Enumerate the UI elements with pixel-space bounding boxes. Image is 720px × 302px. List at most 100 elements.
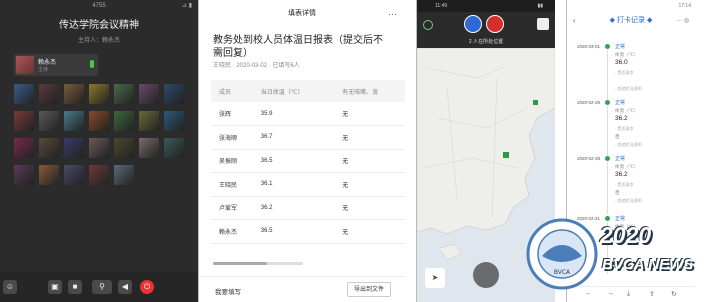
status-time: 11:49 <box>435 3 448 9</box>
participant-tile[interactable] <box>114 138 134 158</box>
participant-tile[interactable] <box>39 138 59 158</box>
checkin-header: ‹ ◆ 打卡记录 ◆ ··· ◎ <box>567 12 695 30</box>
status-dot-icon <box>605 44 610 49</box>
table-cell-temp: 36.5 <box>252 149 335 173</box>
record-state: 正常 <box>615 156 626 162</box>
mic-icon <box>90 60 94 68</box>
table-row: 吴振刚 36.5 无 <box>211 149 405 173</box>
table-row: 卢爱军 36.2 无 <box>211 196 405 220</box>
svg-text:BVCA: BVCA <box>554 269 571 276</box>
list-item: 2020-03-01 正常 体温（℃） 36.0 · 是否离京 · 其他状况说明 <box>567 42 695 102</box>
temp-value: 36.2 <box>615 115 628 122</box>
table-cell-cough: 无 <box>334 172 405 197</box>
my-entry-button[interactable]: 我要填写 <box>215 286 241 296</box>
meeting-title: 传达学院会议精神 <box>59 20 139 31</box>
participant-tile[interactable] <box>139 138 159 158</box>
status-bar: 11:49 ▮▮ <box>417 0 555 12</box>
participant-tile[interactable] <box>114 165 134 185</box>
status-text: 4755 <box>92 3 106 9</box>
form-panel: 填表详情 ··· 教务处到校人员体温日报表（提交后不需回复） 王晓民 · 202… <box>199 0 405 302</box>
participant-tile[interactable] <box>89 138 109 158</box>
meeting-subtitle: 主持人：赖永杰 <box>77 38 120 44</box>
record-button[interactable] <box>473 262 499 288</box>
checkin-title: ◆ 打卡记录 ◆ <box>609 17 653 24</box>
col-member: 成员 <box>211 80 253 102</box>
temperature-table: 成员 当日体温（℃） 有无咳嗽、发 张辉 35.9 无张海顺 36.7 无吴振刚 36.5… <box>211 80 405 244</box>
svg-text:·: · <box>461 176 462 181</box>
participant-tile[interactable] <box>14 138 34 158</box>
record-date: 2020-02-28 <box>577 156 601 161</box>
status-bar: 4755 ⊿ ▮ <box>92 3 192 9</box>
timeline-line <box>607 106 608 158</box>
participant-tile[interactable] <box>164 138 184 158</box>
left-beijing-label: · 是否离京 <box>615 182 634 187</box>
scrollbar[interactable] <box>213 262 303 265</box>
form-header: 填表详情 ··· <box>199 0 405 28</box>
participant-tile[interactable] <box>39 165 59 185</box>
power-icon[interactable] <box>423 20 433 30</box>
col-cough: 有无咳嗽、发 <box>334 80 405 102</box>
table-cell-cough: 无 <box>334 149 405 173</box>
table-cell-name: 张辉 <box>211 102 253 126</box>
participant-tile[interactable] <box>14 165 34 185</box>
share-button[interactable]: ⚲ <box>92 280 112 294</box>
participant-tile[interactable] <box>114 84 134 104</box>
participant-tile[interactable] <box>39 111 59 131</box>
participant-tile[interactable] <box>114 111 134 131</box>
left-beijing-label: · 是否离京 <box>615 126 634 131</box>
temp-label: 体温（℃） <box>615 52 639 57</box>
table-row: 赖永杰 36.5 无 <box>211 219 405 244</box>
temp-value: 36.0 <box>615 59 628 66</box>
participant-tile[interactable] <box>14 84 34 104</box>
list-item: 2020-02-29 正常 体温（℃） 36.2 · 是否离京否 · 其他状况说明 <box>567 98 695 158</box>
participant-tile[interactable] <box>139 111 159 131</box>
more-icon[interactable]: ··· <box>388 0 397 28</box>
invite-button[interactable]: ▣ <box>48 280 62 294</box>
participant-tile[interactable] <box>64 165 84 185</box>
table-row: 王晓民 36.1 无 <box>211 172 405 197</box>
participants-button[interactable]: ☺ <box>3 280 17 294</box>
record-date: 2020-03-01 <box>577 44 601 49</box>
end-call-button[interactable]: ⏻ <box>140 280 154 294</box>
other-notes-label: · 其他状况说明 <box>615 198 642 203</box>
user-avatar-icon[interactable] <box>464 15 482 33</box>
participant-tile[interactable] <box>164 84 184 104</box>
participant-tile[interactable] <box>89 165 109 185</box>
user-avatar-icon[interactable] <box>486 15 504 33</box>
export-button[interactable]: 导出到文件 <box>346 282 391 297</box>
status-dot-icon <box>605 156 610 161</box>
status-time: 17:14 <box>678 3 691 9</box>
table-cell-name: 吴振刚 <box>211 149 253 173</box>
participant-tile[interactable] <box>64 111 84 131</box>
host-role: 主持 <box>38 67 49 73</box>
participant-tile[interactable] <box>39 84 59 104</box>
mute-button[interactable]: ◀ <box>118 280 132 294</box>
participant-tile[interactable] <box>64 84 84 104</box>
table-cell-cough: 无 <box>334 196 405 220</box>
table-row: 张海顺 36.7 无 <box>211 125 405 150</box>
table-cell-name: 卢爱军 <box>211 196 253 220</box>
status-bar: 17:14 <box>567 0 695 12</box>
form-meta: 王晓民 · 2020-03-02 · 已填写6人 <box>213 63 300 69</box>
temp-value: 36.2 <box>615 171 628 178</box>
left-beijing-label: · 是否离京 <box>615 70 634 75</box>
menu-icon[interactable]: ··· ◎ <box>676 12 689 30</box>
participant-tile[interactable] <box>14 111 34 131</box>
participant-tile[interactable] <box>64 138 84 158</box>
locate-icon[interactable]: ➤ <box>425 268 445 288</box>
table-cell-name: 张海顺 <box>211 125 253 150</box>
host-tile[interactable]: 赖永杰 主持 <box>14 54 98 76</box>
table-cell-temp: 36.7 <box>252 125 335 150</box>
meeting-panel: 4755 ⊿ ▮ 传达学院会议精神 主持人：赖永杰 赖永杰 主持 ☺ ▣ ■ ⚲… <box>0 0 198 302</box>
participant-tile[interactable] <box>139 84 159 104</box>
table-cell-temp: 36.1 <box>252 172 335 197</box>
back-icon[interactable]: ‹ <box>573 12 576 30</box>
camera-button[interactable]: ■ <box>68 280 82 294</box>
participant-tile[interactable] <box>89 111 109 131</box>
scan-icon[interactable] <box>537 18 549 30</box>
participant-tile[interactable] <box>89 84 109 104</box>
participant-tile[interactable] <box>164 111 184 131</box>
record-state: 正常 <box>615 100 626 106</box>
meeting-toolbar: ☺ ▣ ■ ⚲ ◀ ⏻ <box>0 272 198 302</box>
table-cell-name: 赖永杰 <box>211 219 253 244</box>
